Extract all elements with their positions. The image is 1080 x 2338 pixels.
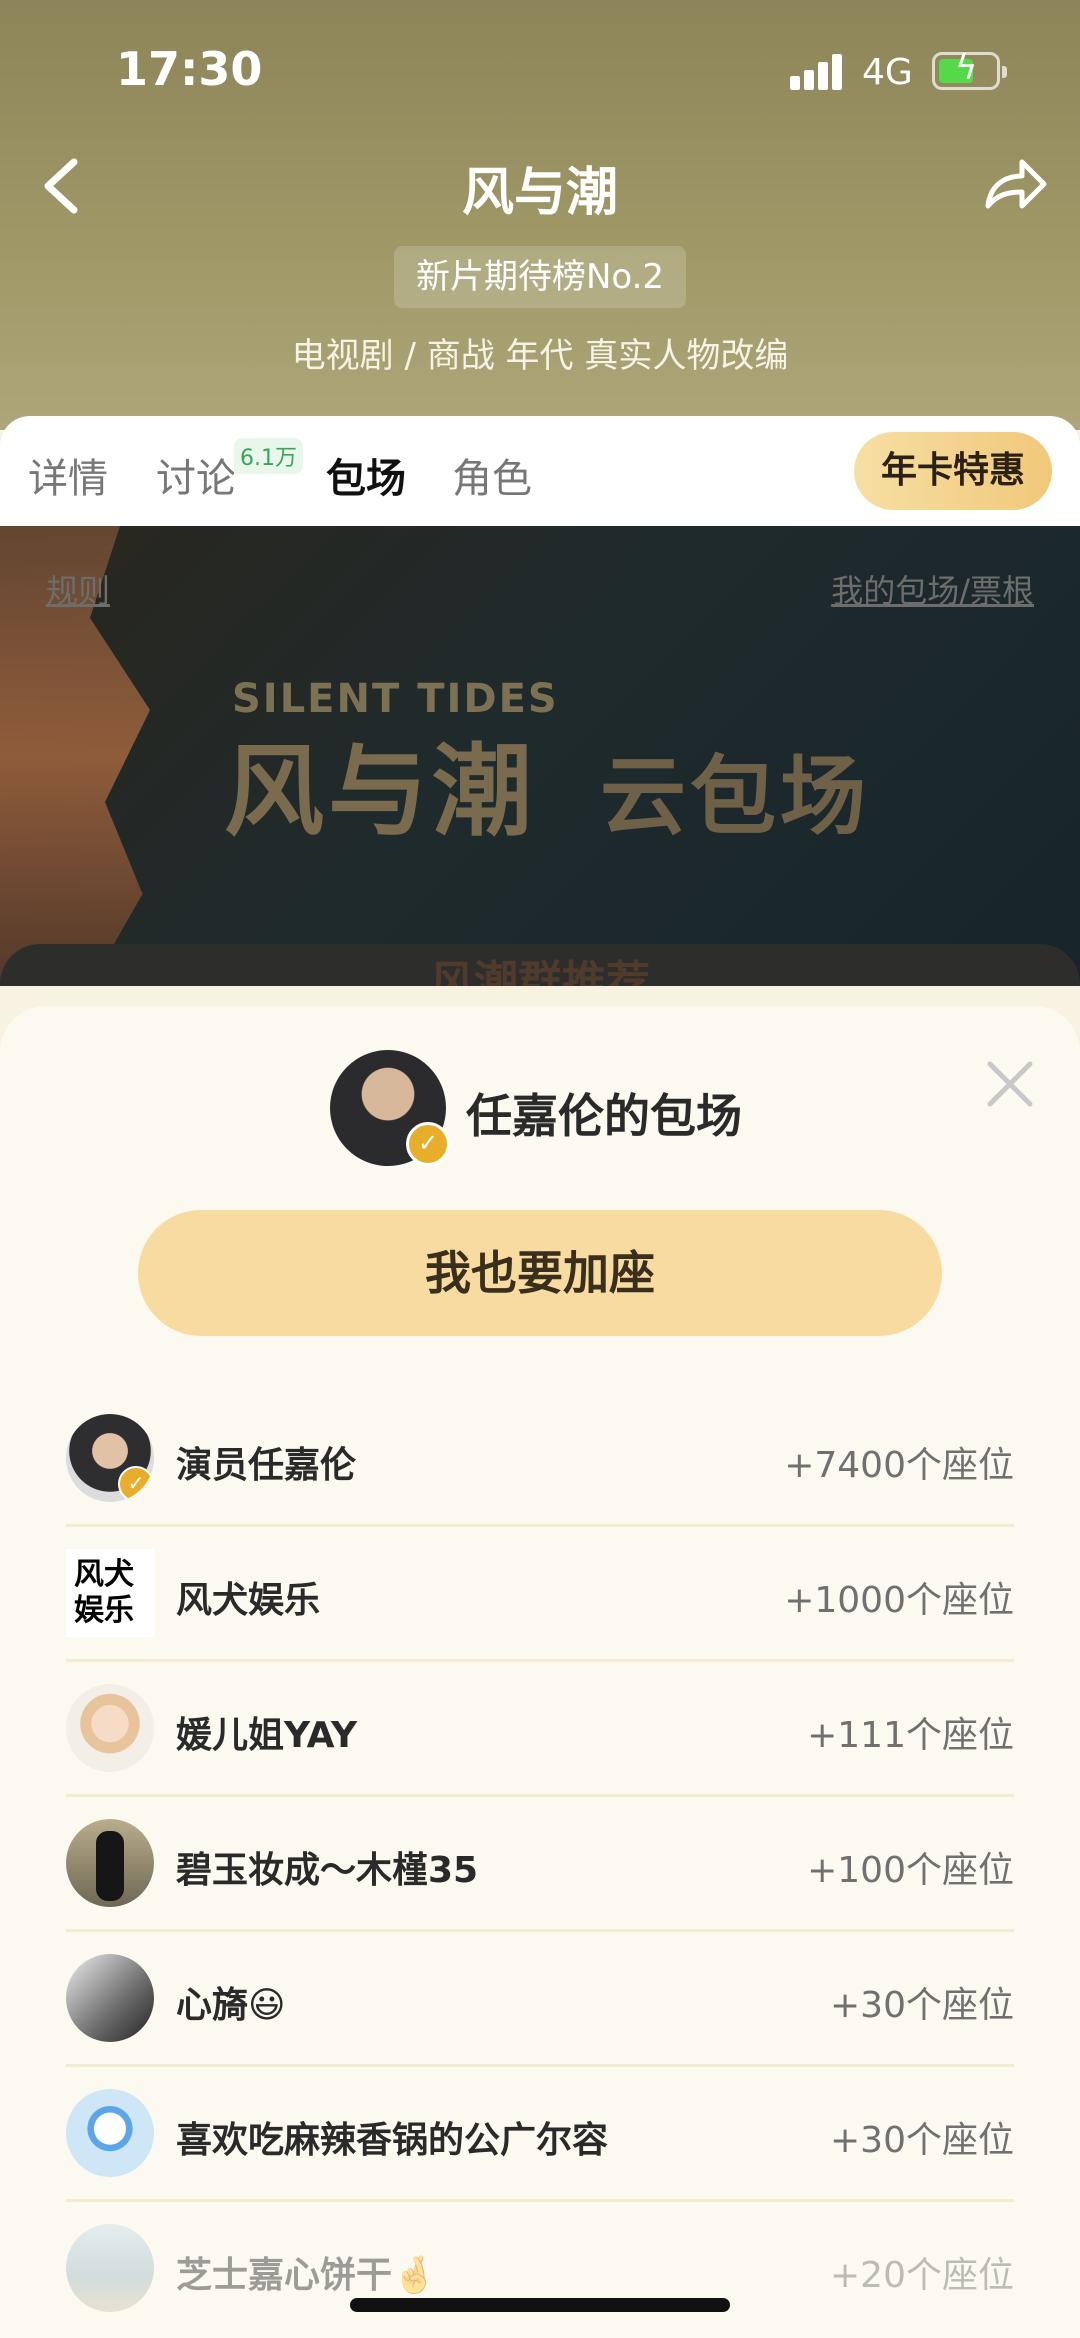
tab-bar: 详情 讨论 6.1万 包场 角色 年卡特惠: [0, 416, 1080, 526]
verified-icon: ✓: [406, 1122, 450, 1166]
contributor-name: 媛儿姐YAY: [176, 1715, 358, 1756]
battery-icon: ϟ: [932, 51, 1007, 90]
network-label: 4G: [862, 52, 913, 93]
sheet-title: 任嘉伦的包场: [466, 1089, 742, 1143]
logo-text: 风犬娱乐: [74, 1557, 134, 1628]
avatar: ✓: [330, 1050, 450, 1166]
list-item[interactable]: 碧玉妆成～木槿35 +100个座位: [66, 1797, 1014, 1932]
tab-details[interactable]: 详情: [28, 446, 108, 504]
signal-icon: [790, 54, 846, 90]
join-seat-button[interactable]: 我也要加座: [138, 1210, 942, 1336]
home-indicator: [350, 2298, 730, 2312]
portrait-avatar: ✓: [66, 1414, 154, 1502]
status-time: 17:30: [116, 42, 263, 96]
list-item[interactable]: ✓ 演员任嘉伦 +7400个座位: [66, 1392, 1014, 1527]
rules-link[interactable]: 规则: [46, 566, 110, 612]
list-item[interactable]: 媛儿姐YAY +111个座位: [66, 1662, 1014, 1797]
photo-avatar: [66, 1954, 154, 2042]
contributor-name: 芝士嘉心饼干🤞: [176, 2255, 437, 2296]
seat-count: +20个座位: [830, 2255, 1014, 2296]
cartoon-avatar: [66, 1684, 154, 1772]
cartoon-avatar: [66, 2089, 154, 2177]
contributor-list: ✓ 演员任嘉伦 +7400个座位 风犬娱乐 风犬娱乐 +1000个座位 媛儿姐Y…: [66, 1392, 1014, 2334]
booking-sheet: ✓ 任嘉伦的包场 我也要加座 ✓ 演员任嘉伦 +7400个座位 风犬娱乐 风犬娱…: [0, 1006, 1080, 2338]
discussion-count-badge: 6.1万: [234, 438, 303, 474]
genre-line: 电视剧 / 商战 年代 真实人物改编: [291, 336, 789, 376]
header: 17:30 4G ϟ 风与潮 新片期待榜No.2 电视剧 / 商战 年代 真实人…: [0, 0, 1080, 430]
tab-characters[interactable]: 角色: [452, 446, 532, 504]
contributor-name: 演员任嘉伦: [176, 1445, 357, 1486]
seat-count: +30个座位: [830, 2120, 1014, 2161]
share-button[interactable]: [982, 154, 1048, 214]
contributor-name: 心旖😃: [176, 1985, 286, 2026]
seat-count: +7400个座位: [784, 1445, 1014, 1486]
list-item[interactable]: 喜欢吃麻辣香锅的公广尔容 +30个座位: [66, 2067, 1014, 2202]
seat-count: +111个座位: [807, 1715, 1014, 1756]
page-title: 风与潮: [461, 163, 618, 223]
seat-count: +30个座位: [830, 1985, 1014, 2026]
promo-banner: 规则 我的包场/票根 SILENT TIDES 风与潮 云包场 风潮群推荐: [0, 526, 1080, 986]
banner-subtitle: 云包场: [600, 747, 870, 847]
logo-avatar: 风犬娱乐: [66, 1549, 154, 1637]
list-item[interactable]: 心旖😃 +30个座位: [66, 1932, 1014, 2067]
rank-badge[interactable]: 新片期待榜No.2: [394, 246, 686, 308]
annual-card-button[interactable]: 年卡特惠: [854, 432, 1052, 510]
list-item[interactable]: 芝士嘉心饼干🤞 +20个座位: [66, 2202, 1014, 2334]
tab-discussion[interactable]: 讨论: [156, 446, 236, 504]
figure-avatar: [66, 1819, 154, 1907]
seat-count: +100个座位: [807, 1850, 1014, 1891]
banner-title-cn: 风与潮: [224, 733, 536, 850]
tab-booking[interactable]: 包场: [326, 446, 406, 504]
photo-avatar: [66, 2224, 154, 2312]
seat-count: +1000个座位: [784, 1580, 1014, 1621]
my-booking-link[interactable]: 我的包场/票根: [831, 566, 1034, 612]
list-item[interactable]: 风犬娱乐 风犬娱乐 +1000个座位: [66, 1527, 1014, 1662]
recommend-card-title: 风潮群推荐: [430, 957, 650, 986]
close-icon[interactable]: [982, 1056, 1038, 1112]
contributor-name: 碧玉妆成～木槿35: [176, 1850, 479, 1891]
verified-icon: ✓: [118, 1466, 154, 1502]
contributor-name: 风犬娱乐: [176, 1580, 321, 1621]
contributor-name: 喜欢吃麻辣香锅的公广尔容: [176, 2120, 609, 2161]
